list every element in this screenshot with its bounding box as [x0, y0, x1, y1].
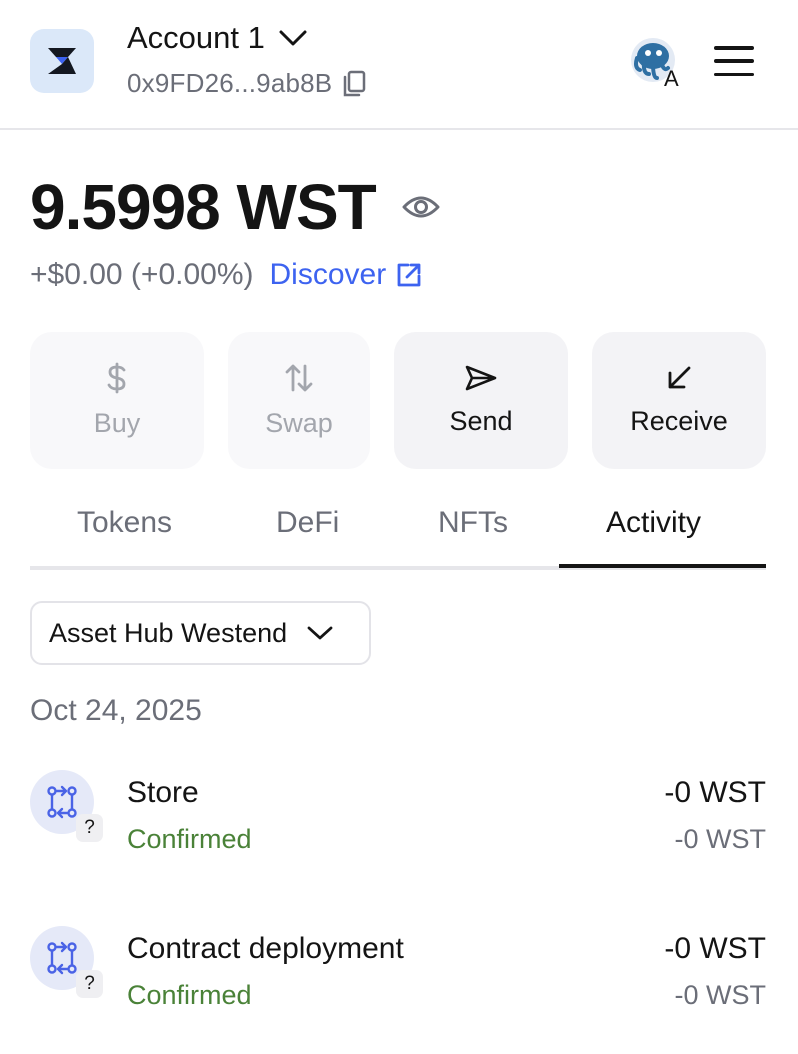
wallet-logo[interactable]	[30, 29, 94, 93]
discover-link[interactable]: Discover	[270, 258, 423, 292]
activity-sub-amount: -0 WST	[674, 824, 767, 854]
account-name: Account 1	[127, 20, 265, 55]
receive-label: Receive	[630, 406, 728, 436]
activity-date: Oct 24, 2025	[30, 694, 202, 727]
account-address: 0x9FD26...9ab8B	[127, 68, 333, 98]
activity-item[interactable]: ? Contract deployment Confirmed -0 WST -…	[0, 926, 798, 1036]
avatar-badge: A	[664, 66, 679, 91]
wallet-logo-icon	[48, 48, 76, 74]
network-avatar[interactable]: A	[628, 38, 684, 94]
chevron-down-icon	[279, 30, 307, 46]
external-link-icon	[397, 263, 421, 287]
receive-arrow-icon	[668, 366, 691, 389]
tab-nfts[interactable]: NFTs	[438, 506, 508, 540]
unknown-token-badge: ?	[76, 970, 103, 998]
balance-change-row: +$0.00 (+0.00%) Discover	[30, 258, 422, 292]
buy-label: Buy	[93, 408, 141, 438]
asset-tabs: Tokens DeFi NFTs Activity	[30, 498, 766, 570]
tab-tokens[interactable]: Tokens	[77, 506, 172, 540]
activity-title: Contract deployment	[127, 932, 404, 965]
balance-change: +$0.00 (+0.00%)	[30, 258, 254, 291]
send-icon	[465, 365, 497, 391]
swap-label: Swap	[265, 408, 333, 438]
eye-icon[interactable]	[402, 194, 440, 220]
balance-row: 9.5998 WST	[30, 170, 440, 244]
account-address-row: 0x9FD26...9ab8B	[127, 68, 366, 99]
activity-amount: -0 WST	[664, 932, 766, 965]
hamburger-menu-icon[interactable]	[714, 46, 754, 76]
activity-sub-amount: -0 WST	[674, 980, 767, 1010]
activity-status: Confirmed	[127, 980, 252, 1010]
tab-activity[interactable]: Activity	[606, 506, 701, 540]
network-filter-value: Asset Hub Westend	[49, 617, 288, 648]
unknown-token-badge: ?	[76, 814, 103, 842]
header: Account 1 0x9FD26...9ab8B A	[0, 0, 798, 130]
network-filter-dropdown[interactable]: Asset Hub Westend	[30, 601, 371, 665]
swap-arrows-icon	[285, 364, 313, 392]
balance-amount: 9.5998 WST	[30, 171, 377, 243]
action-buttons: Buy Swap Send Receive	[0, 332, 798, 469]
active-tab-indicator	[559, 564, 766, 568]
activity-title: Store	[127, 776, 199, 809]
activity-amount: -0 WST	[664, 776, 766, 809]
tab-defi[interactable]: DeFi	[276, 506, 339, 540]
copy-icon[interactable]	[342, 70, 366, 98]
buy-button[interactable]: Buy	[30, 332, 204, 469]
account-selector[interactable]: Account 1	[127, 20, 307, 56]
send-label: Send	[449, 406, 513, 436]
discover-label: Discover	[269, 258, 387, 291]
receive-button[interactable]: Receive	[592, 332, 766, 469]
chevron-down-icon	[307, 626, 333, 640]
activity-status: Confirmed	[127, 824, 252, 854]
swap-button[interactable]: Swap	[228, 332, 370, 469]
dollar-icon	[107, 362, 126, 394]
activity-item[interactable]: ? Store Confirmed -0 WST -0 WST	[0, 770, 798, 880]
send-button[interactable]: Send	[394, 332, 568, 469]
